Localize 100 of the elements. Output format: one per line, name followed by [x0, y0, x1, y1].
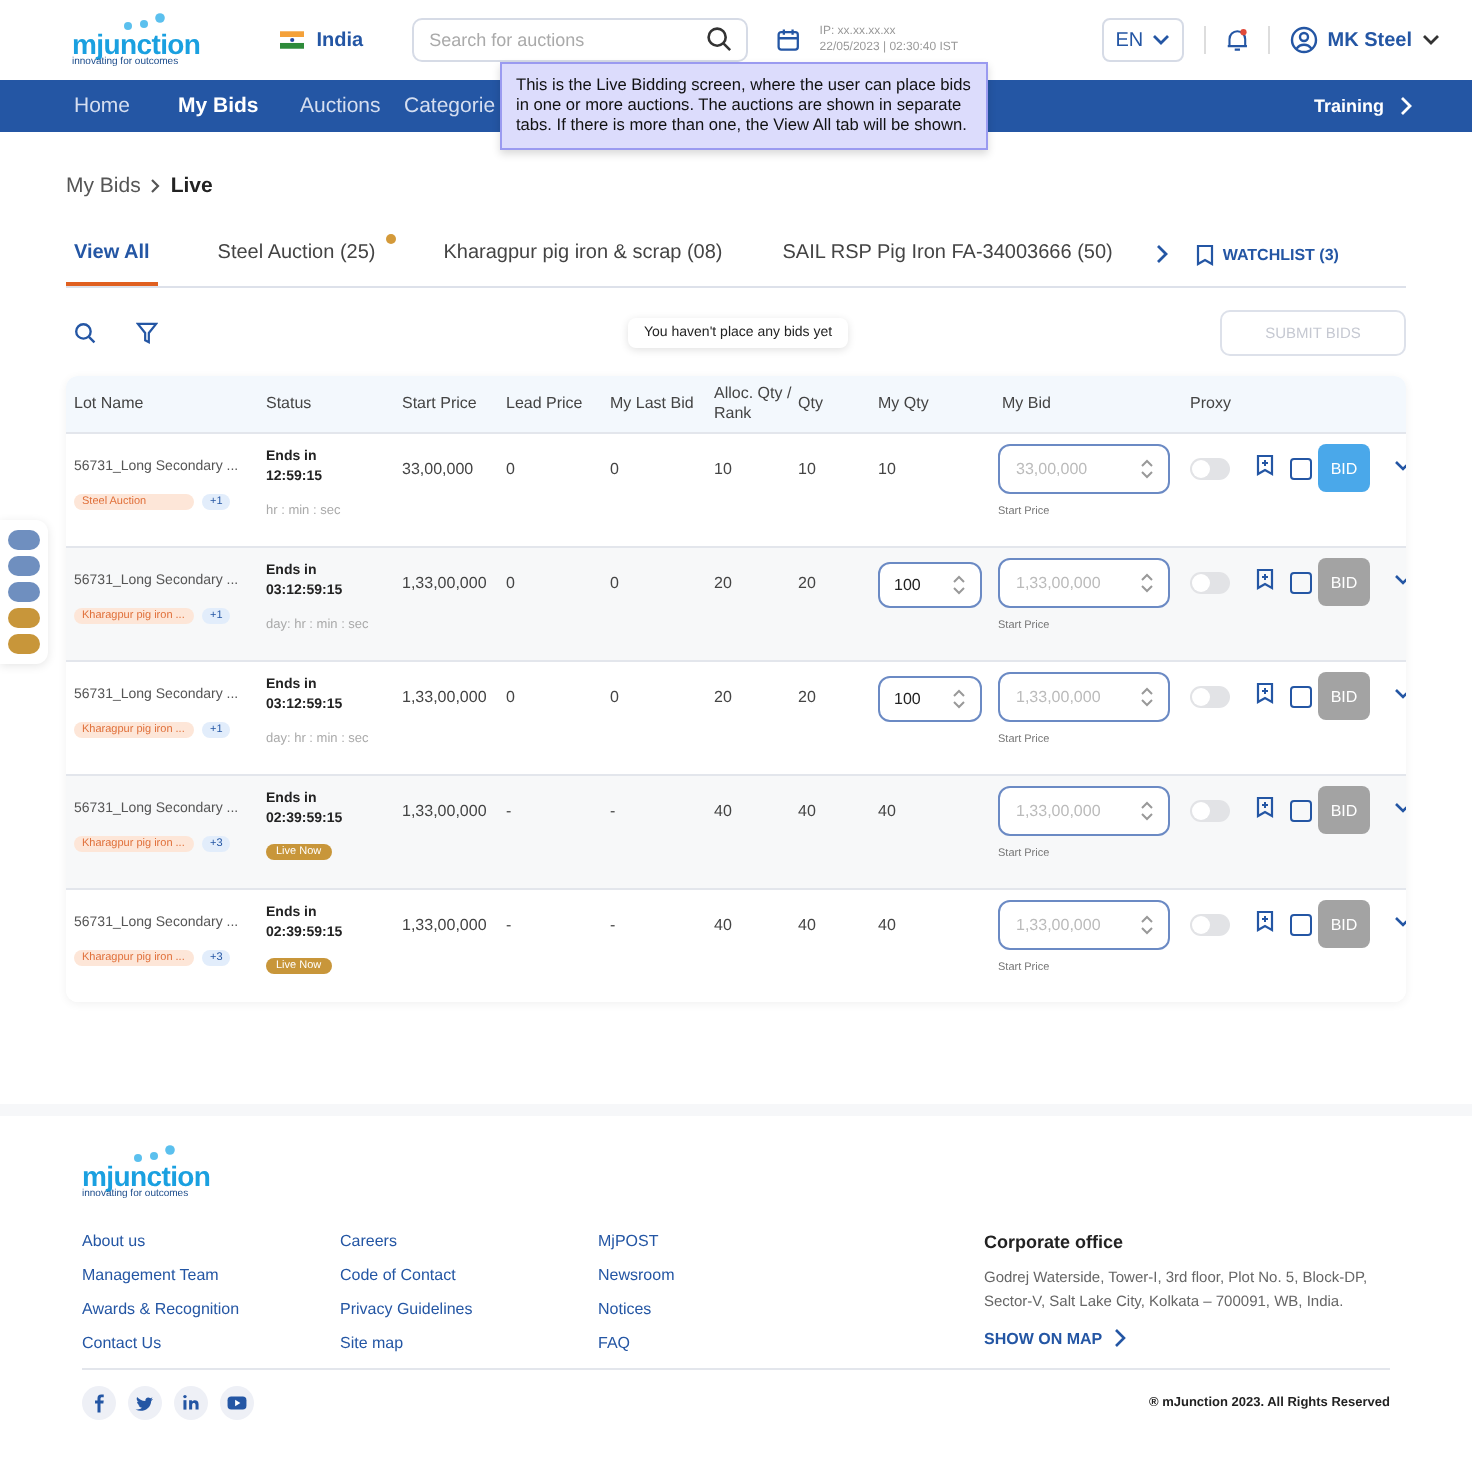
stepper-icon [1140, 800, 1154, 822]
filter-icon[interactable] [136, 321, 158, 343]
checkbox[interactable] [1290, 914, 1312, 936]
nav-item[interactable]: Categorie [404, 94, 496, 118]
bookmark-icon[interactable] [1256, 910, 1274, 932]
bookmark-icon [1196, 243, 1215, 265]
marker-pill[interactable] [8, 556, 40, 576]
bid-amount-field[interactable]: 1,33,00,000 [998, 900, 1170, 950]
breadcrumb-link[interactable]: My Bids [66, 174, 141, 198]
footer-link[interactable]: Privacy Guidelines [340, 1300, 598, 1320]
flag-icon [280, 30, 305, 50]
office-heading: Corporate office [984, 1232, 1126, 1252]
youtube-icon[interactable] [220, 1386, 254, 1420]
country-selector[interactable]: India [316, 29, 364, 51]
marker-pill[interactable] [8, 530, 40, 550]
bookmark-icon[interactable] [1256, 796, 1274, 818]
table-cell-text: 20 [798, 686, 818, 706]
training-link[interactable]: Training [1313, 96, 1412, 116]
nav-item[interactable]: Home [74, 94, 178, 118]
table-cell-text: 0 [610, 458, 621, 478]
column-header: Status [266, 393, 314, 415]
footer-link[interactable]: About us [82, 1232, 340, 1252]
show-on-map-link[interactable]: SHOW ON MAP [984, 1328, 1394, 1348]
user-menu[interactable]: MK Steel [1289, 26, 1441, 54]
bookmark-icon[interactable] [1256, 568, 1274, 590]
column-header: My Qty [878, 393, 931, 415]
column-header: Lot Name [74, 393, 146, 415]
search-field[interactable]: Search for auctions [411, 18, 748, 62]
table-cell-text: 0 [506, 686, 517, 706]
stepper-icon [1140, 686, 1154, 708]
marker-pill[interactable] [8, 634, 40, 654]
linkedin-icon[interactable] [174, 1386, 208, 1420]
user-name: MK Steel [1327, 29, 1413, 51]
checkbox[interactable] [1290, 572, 1312, 594]
column-header: Lead Price [506, 393, 585, 415]
footer-link[interactable]: Site map [340, 1334, 598, 1354]
nav-item[interactable]: My Bids [178, 94, 300, 118]
search-icon[interactable] [74, 321, 96, 343]
table-cell-text: 0 [610, 572, 621, 592]
chevron-down-icon [1422, 34, 1441, 46]
quantity-stepper[interactable]: 100 [878, 676, 982, 722]
language-button[interactable]: EN [1101, 18, 1184, 62]
column-header: Start Price [402, 393, 479, 415]
checkbox[interactable] [1290, 800, 1312, 822]
table-cell-text: 1,33,00,000 [402, 914, 489, 934]
footer-link[interactable]: Careers [340, 1232, 598, 1252]
bid-amount-field[interactable]: 33,00,000 [998, 444, 1170, 494]
table-cell-text: 20 [714, 686, 734, 706]
chevron-right-icon [150, 178, 161, 194]
chevron-right-icon[interactable] [1156, 244, 1169, 264]
checkbox[interactable] [1290, 686, 1312, 708]
table-cell-text: 40 [798, 800, 818, 820]
proxy-toggle[interactable] [1190, 686, 1230, 708]
table-cell-text: - [610, 914, 618, 934]
footer-link[interactable]: Code of Contact [340, 1266, 598, 1286]
stepper-icon [952, 574, 966, 596]
proxy-toggle[interactable] [1190, 914, 1230, 936]
calendar-icon[interactable] [775, 26, 800, 54]
column-header: My Last Bid [610, 393, 696, 415]
table-cell-text: - [610, 800, 618, 820]
footer-link[interactable]: Awards & Recognition [82, 1300, 340, 1320]
marker-pill[interactable] [8, 608, 40, 628]
bid-amount-field[interactable]: 1,33,00,000 [998, 558, 1170, 608]
table-cell-text: 10 [878, 458, 896, 478]
footer-link[interactable]: MjPOST [598, 1232, 856, 1252]
tab[interactable]: Kharagpur pig iron & scrap (08) [435, 234, 731, 286]
facebook-icon[interactable] [82, 1386, 116, 1420]
table-cell-text: 40 [798, 914, 818, 934]
proxy-toggle[interactable] [1190, 458, 1230, 480]
table-cell-text: 10 [714, 458, 734, 478]
checkbox[interactable] [1290, 458, 1312, 480]
footer-link[interactable]: Newsroom [598, 1266, 856, 1286]
chevron-right-icon [1400, 96, 1412, 116]
table-cell-text: 33,00,000 [402, 458, 476, 478]
twitter-icon[interactable] [128, 1386, 162, 1420]
proxy-toggle[interactable] [1190, 800, 1230, 822]
footer-link[interactable]: Notices [598, 1300, 856, 1320]
proxy-toggle[interactable] [1190, 572, 1230, 594]
marker-pill[interactable] [8, 582, 40, 602]
stepper-icon [1140, 572, 1154, 594]
search-icon[interactable] [705, 26, 732, 52]
quantity-stepper[interactable]: 100 [878, 562, 982, 608]
bid-amount-field[interactable]: 1,33,00,000 [998, 786, 1170, 836]
bookmark-icon[interactable] [1256, 682, 1274, 704]
watchlist-link[interactable]: WATCHLIST (3) [1196, 243, 1339, 265]
nav-item[interactable]: Auctions [300, 94, 404, 118]
footer-link[interactable]: FAQ [598, 1334, 856, 1354]
column-header: Proxy [1190, 393, 1233, 415]
breadcrumb-current: Live [170, 174, 213, 198]
table-cell-text: 10 [798, 458, 818, 478]
bid-amount-field[interactable]: 1,33,00,000 [998, 672, 1170, 722]
footer-link[interactable]: Contact Us [82, 1334, 340, 1354]
bell-icon[interactable] [1225, 26, 1248, 54]
tab[interactable]: SAIL RSP Pig Iron FA-34003666 (50) [774, 234, 1121, 286]
bookmark-icon[interactable] [1256, 454, 1274, 476]
footer-link[interactable]: Management Team [82, 1266, 340, 1286]
tab[interactable]: View All [66, 234, 158, 286]
tab[interactable]: Steel Auction (25) [209, 234, 384, 286]
table-cell-text: 0 [506, 458, 517, 478]
table-cell-text: 1,33,00,000 [402, 572, 489, 592]
